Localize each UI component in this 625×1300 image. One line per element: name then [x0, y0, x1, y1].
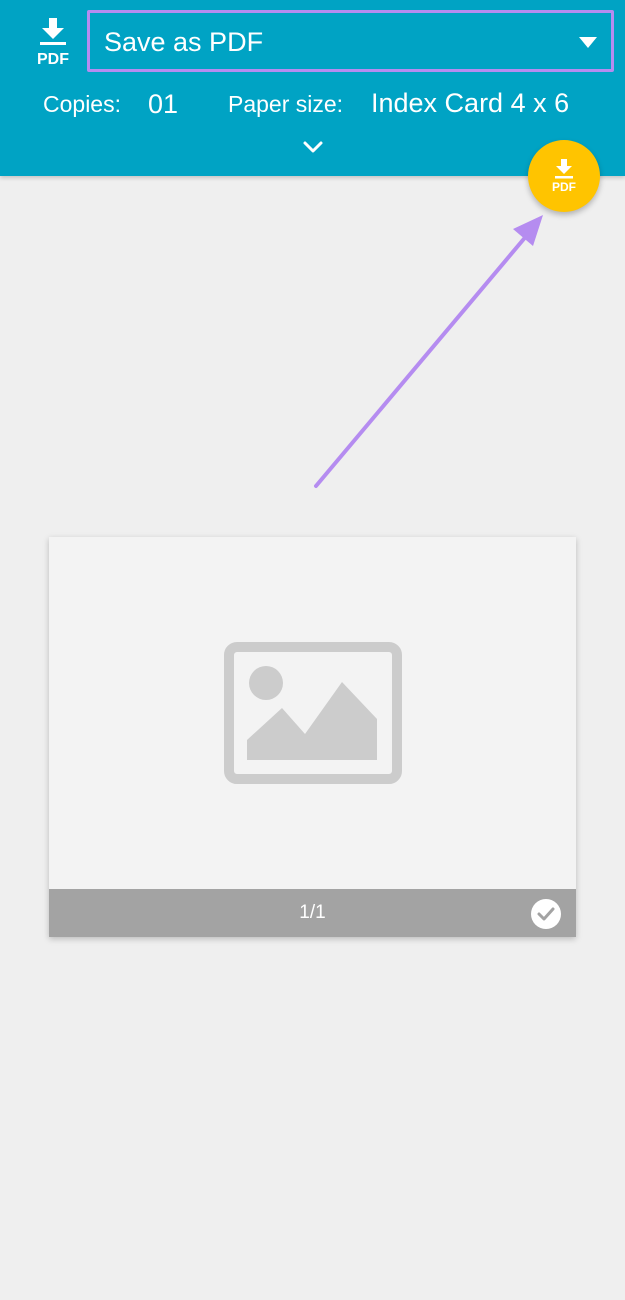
print-screen: PDF Save as PDF Copies: 01 Paper size: I…	[0, 0, 625, 1300]
page-number: 1/1	[299, 902, 326, 923]
paper-size-value[interactable]: Index Card 4 x 6	[371, 88, 569, 119]
save-pdf-button[interactable]: PDF	[528, 140, 600, 212]
check-circle-icon[interactable]	[530, 898, 562, 930]
dropdown-caret-icon	[579, 37, 597, 48]
print-options-header: PDF Save as PDF Copies: 01 Paper size: I…	[0, 0, 625, 176]
printer-select-dropdown[interactable]: Save as PDF	[87, 10, 614, 72]
pdf-logo-text: PDF	[37, 51, 69, 68]
copies-label: Copies:	[43, 91, 121, 117]
paper-size-label: Paper size:	[228, 91, 344, 117]
pdf-download-icon: PDF	[30, 16, 76, 70]
page-footer: 1/1	[49, 889, 576, 937]
fab-label: PDF	[552, 180, 576, 194]
image-placeholder-icon	[224, 642, 402, 784]
printer-select-value: Save as PDF	[104, 27, 264, 57]
page-preview-card[interactable]: 1/1	[49, 537, 576, 937]
chevron-down-icon[interactable]	[300, 137, 326, 157]
pdf-download-icon: PDF	[552, 159, 576, 194]
copies-value[interactable]: 01	[148, 89, 178, 120]
